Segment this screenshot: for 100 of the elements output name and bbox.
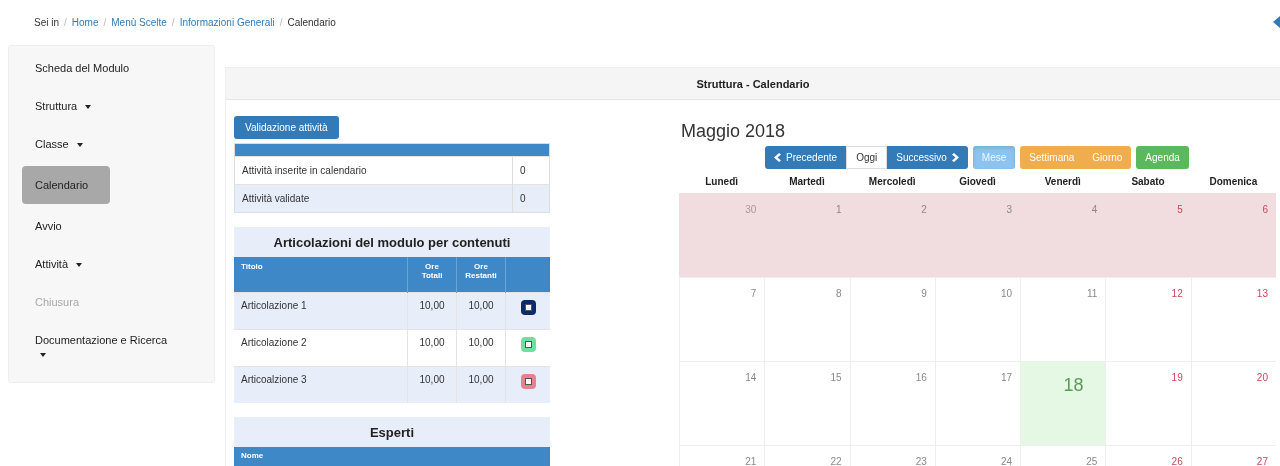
table-cell: 10,00 [456,329,506,367]
sidebar-item[interactable]: Classe [22,128,96,160]
sidebar-item[interactable]: Calendario [22,166,110,204]
day-number: 19 [1171,372,1183,383]
breadcrumb-link[interactable]: Home [71,16,99,28]
day-number: 18 [1063,375,1084,396]
weekday-header: Giovedì [958,175,997,189]
day-number: 4 [1091,204,1098,215]
day-cell[interactable]: 10 [934,277,1021,361]
table-cell: 10,00 [456,292,506,330]
sidebar-item[interactable]: Struttura [22,90,105,122]
weekday-header: Martedì [788,175,826,189]
weekday-header: Domenica [1208,175,1259,189]
day-cell[interactable]: 6 [1190,193,1276,277]
day-cell[interactable]: 15 [764,361,850,445]
table-cell: Articoalzione 3 [234,366,408,403]
day-cell[interactable]: 27 [1190,445,1276,466]
weekday-header: Lunedì [704,175,740,189]
table-cell: 10,00 [407,329,457,367]
day-cell[interactable]: 8 [764,277,850,361]
calendar-title: Maggio 2018 [680,121,787,143]
day-cell[interactable]: 22 [764,445,850,466]
day-cell[interactable]: 16 [849,361,935,445]
day-cell[interactable]: 25 [1020,445,1106,466]
sidebar-item[interactable]: Documentazione e Ricerca [22,324,182,370]
day-number: 21 [745,456,757,466]
breadcrumb-label: Sei in [34,16,59,28]
day-number: 16 [915,372,927,383]
day-number: 24 [1001,456,1013,466]
weekday-header: Venerdì [1043,175,1082,189]
day-number: 22 [830,456,842,466]
sidebar-item[interactable]: Attività [22,248,96,280]
day-cell[interactable]: 9 [849,277,935,361]
day-number: 20 [1256,372,1268,383]
day-number: 11 [1087,288,1098,299]
view-button[interactable]: Giorno [1083,146,1132,169]
column-header: Nome [234,447,550,466]
day-cell[interactable]: 21 [679,445,765,466]
day-cell[interactable]: 1 [764,193,850,277]
chevron-right-icon [951,153,959,162]
chevron-left-icon [774,153,781,162]
table-cell: Attività validate [234,184,513,213]
day-cell[interactable]: 20 [1190,361,1276,445]
breadcrumb-link[interactable]: Menù Scelte [111,16,167,28]
day-number: 2 [921,204,927,215]
day-cell[interactable]: 5 [1105,193,1191,277]
day-cell[interactable]: 12 [1105,277,1191,361]
day-number: 25 [1086,456,1098,466]
day-number: 30 [745,204,757,215]
breadcrumb-separator: / [103,16,107,28]
day-number: 10 [1001,288,1013,299]
column-header: Titolo [234,257,408,293]
view-button[interactable]: Agenda [1136,146,1189,169]
day-cell[interactable]: 26 [1105,445,1191,466]
day-number: 26 [1171,456,1183,466]
nav-button[interactable]: Successivo [887,146,968,169]
day-number: 8 [836,288,842,299]
panel-title: Struttura - Calendario [226,68,1280,100]
breadcrumb-separator: / [279,16,283,28]
day-number: 15 [830,372,842,383]
table-cell: 0 [512,184,550,213]
day-cell[interactable]: 14 [679,361,765,445]
nav-button[interactable]: Oggi [846,146,888,169]
day-number: 5 [1177,204,1183,215]
day-cell[interactable]: 3 [934,193,1021,277]
table-cell: Articolazione 2 [234,329,408,367]
day-number: 9 [921,288,927,299]
table-cell: Articolazione 1 [234,292,408,330]
sidebar-item[interactable]: Avvio [22,210,75,242]
day-cell[interactable]: 4 [1020,193,1106,277]
view-button[interactable]: Settimana [1020,146,1084,169]
day-cell[interactable]: 30 [679,193,765,277]
weekday-header: Mercoledì [867,175,917,189]
day-cell[interactable]: 7 [679,277,765,361]
day-number: 23 [915,456,927,466]
back-arrow-icon[interactable] [1273,16,1280,28]
day-number: 1 [836,204,842,215]
nav-button[interactable]: Precedente [765,146,847,169]
day-cell[interactable]: 18 [1020,361,1106,445]
day-cell[interactable]: 13 [1190,277,1276,361]
day-cell[interactable]: 24 [934,445,1021,466]
breadcrumb-current: Calendario [287,16,336,28]
table-title: Esperti [368,424,416,442]
day-cell[interactable]: 23 [849,445,935,466]
breadcrumb-separator: / [171,16,175,28]
sidebar-item[interactable]: Scheda del Modulo [22,52,143,84]
day-number: 27 [1256,456,1268,466]
day-number: 13 [1256,288,1268,299]
day-cell[interactable]: 2 [849,193,935,277]
breadcrumb-separator: / [64,16,67,28]
day-number: 7 [750,288,757,299]
day-number: 17 [1001,372,1013,383]
weekday-header: Sabato [1130,175,1166,189]
column-header: Ore Totali [407,257,457,293]
day-cell[interactable]: 19 [1105,361,1191,445]
column-header: Ore Restanti [456,257,506,293]
breadcrumb-link[interactable]: Informazioni Generali [179,16,275,28]
table-cell: 10,00 [456,366,506,403]
validation-button[interactable]: Validazione attività [234,116,339,139]
day-number: 3 [1006,204,1013,215]
